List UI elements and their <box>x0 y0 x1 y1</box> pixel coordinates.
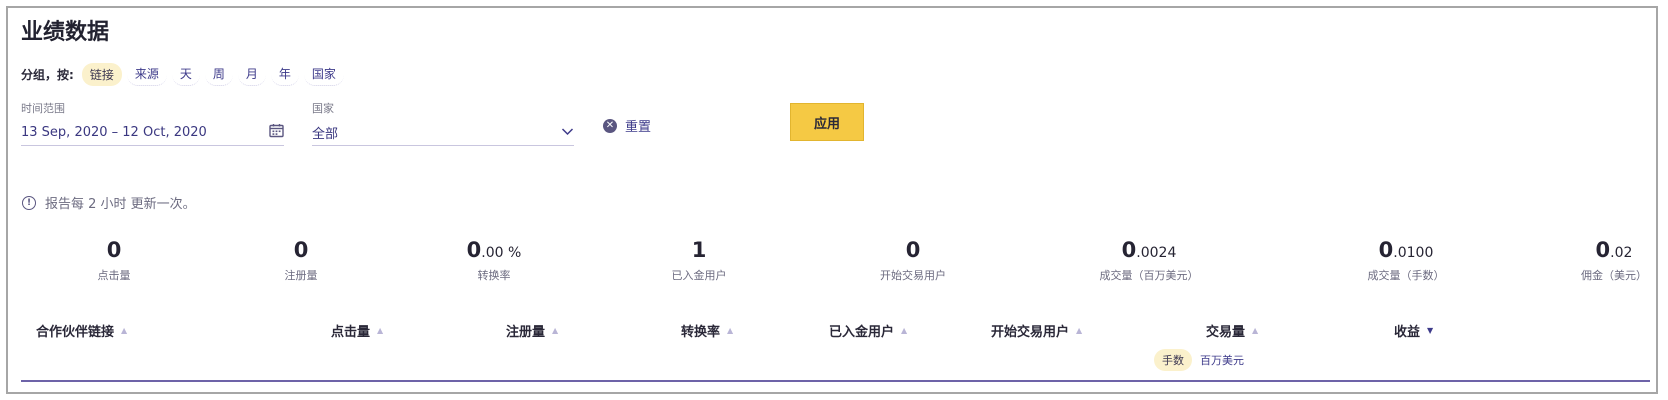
sort-asc-icon: ▲ <box>552 326 559 335</box>
group-by-label: 分组，按: <box>21 67 74 82</box>
date-range-field[interactable]: 13 Sep, 2020 – 12 Oct, 2020 <box>21 123 284 146</box>
stat-clicks: 0 点击量 <box>97 238 131 282</box>
group-by-day[interactable]: 天 <box>171 62 200 86</box>
column-registrations[interactable]: 注册量 ▲ <box>506 321 558 340</box>
country-value: 全部 <box>312 127 339 142</box>
stat-volume-musd: 0.0024 成交量（百万美元） <box>1099 238 1199 282</box>
apply-button[interactable]: 应用 <box>790 103 864 141</box>
calendar-icon[interactable] <box>269 123 284 142</box>
date-range-value: 13 Sep, 2020 – 12 Oct, 2020 <box>21 125 207 140</box>
group-by-year[interactable]: 年 <box>270 62 299 86</box>
date-range-label: 时间范围 <box>21 102 65 115</box>
group-by-week[interactable]: 周 <box>204 62 233 86</box>
country-label: 国家 <box>312 102 334 115</box>
group-by-bar: 分组，按: 链接 来源 天 周 月 年 国家 <box>21 62 349 86</box>
group-by-source[interactable]: 来源 <box>126 62 167 86</box>
sort-desc-icon: ▼ <box>1427 326 1434 335</box>
column-revenue[interactable]: 收益 ▼ <box>1394 321 1433 340</box>
update-notice: ! 报告每 2 小时 更新一次。 <box>22 193 196 212</box>
column-partner-link[interactable]: 合作伙伴链接 ▲ <box>36 321 127 340</box>
group-by-country[interactable]: 国家 <box>303 62 344 86</box>
page-title: 业绩数据 <box>21 20 110 45</box>
column-conversion-rate[interactable]: 转换率 ▲ <box>681 321 733 340</box>
column-funded-users[interactable]: 已入金用户 ▲ <box>829 321 907 340</box>
sort-asc-icon: ▲ <box>377 326 384 335</box>
table-header-divider <box>21 380 1650 382</box>
update-notice-text: 报告每 2 小时 更新一次。 <box>45 197 196 212</box>
sort-asc-icon: ▲ <box>1252 326 1259 335</box>
stat-registrations: 0 注册量 <box>284 238 318 282</box>
sort-asc-icon: ▲ <box>727 326 734 335</box>
info-icon: ! <box>22 195 36 210</box>
column-clicks[interactable]: 点击量 ▲ <box>331 321 383 340</box>
stat-funded-users: 1 已入金用户 <box>671 238 727 282</box>
stat-commission-usd: 0.02 佣金（美元） <box>1581 238 1647 282</box>
reset-button[interactable]: ✕ 重置 <box>603 116 651 135</box>
column-trading-users[interactable]: 开始交易用户 ▲ <box>991 321 1082 340</box>
volume-unit-lots[interactable]: 手数 <box>1154 349 1192 371</box>
clear-icon: ✕ <box>603 118 617 133</box>
sort-asc-icon: ▲ <box>1076 326 1083 335</box>
sort-asc-icon: ▲ <box>901 326 908 335</box>
reset-label: 重置 <box>625 120 652 135</box>
column-volume[interactable]: 交易量 ▲ <box>1206 321 1258 340</box>
stat-volume-lots: 0.0100 成交量（手数） <box>1367 238 1445 282</box>
sort-asc-icon: ▲ <box>121 326 128 335</box>
volume-unit-musd[interactable]: 百万美元 <box>1192 349 1252 371</box>
chevron-down-icon[interactable] <box>561 125 574 140</box>
country-select[interactable]: 全部 <box>312 123 574 146</box>
group-by-link[interactable]: 链接 <box>81 62 122 86</box>
stat-trading-users: 0 开始交易用户 <box>880 238 946 282</box>
stat-conversion-rate: 0.00 % 转换率 <box>466 238 522 282</box>
group-by-month[interactable]: 月 <box>237 62 266 86</box>
